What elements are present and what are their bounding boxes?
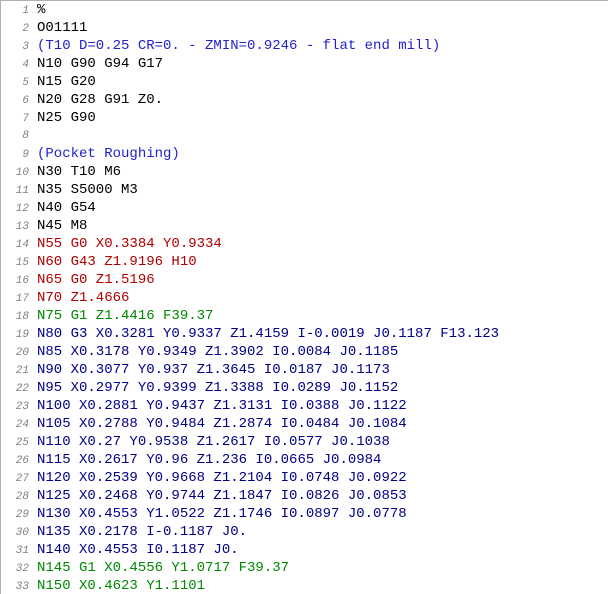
code-text: (Pocket Roughing) [35,145,180,163]
code-text: N75 G1 Z1.4416 F39.37 [35,307,213,325]
code-line[interactable]: 28N125 X0.2468 Y0.9744 Z1.1847 I0.0826 J… [1,487,608,505]
line-number: 24 [1,416,35,434]
code-line[interactable]: 31N140 X0.4553 I0.1187 J0. [1,541,608,559]
code-text: N25 G90 [35,109,96,127]
code-text: N100 X0.2881 Y0.9437 Z1.3131 I0.0388 J0.… [35,397,407,415]
code-text: (T10 D=0.25 CR=0. - ZMIN=0.9246 - flat e… [35,37,440,55]
line-number: 5 [1,74,35,92]
line-number: 29 [1,506,35,524]
code-text: N125 X0.2468 Y0.9744 Z1.1847 I0.0826 J0.… [35,487,407,505]
code-editor[interactable]: 1%2O011113(T10 D=0.25 CR=0. - ZMIN=0.924… [0,0,608,594]
code-line[interactable]: 27N120 X0.2539 Y0.9668 Z1.2104 I0.0748 J… [1,469,608,487]
code-text: N140 X0.4553 I0.1187 J0. [35,541,239,559]
line-number: 31 [1,542,35,560]
code-line[interactable]: 9(Pocket Roughing) [1,145,608,163]
code-text: N115 X0.2617 Y0.96 Z1.236 I0.0665 J0.098… [35,451,381,469]
code-text: N145 G1 X0.4556 Y1.0717 F39.37 [35,559,289,577]
code-line[interactable]: 25N110 X0.27 Y0.9538 Z1.2617 I0.0577 J0.… [1,433,608,451]
code-text: N135 X0.2178 I-0.1187 J0. [35,523,247,541]
line-number: 12 [1,200,35,218]
line-number: 26 [1,452,35,470]
code-line[interactable]: 5N15 G20 [1,73,608,91]
line-number: 17 [1,290,35,308]
code-text: N130 X0.4553 Y1.0522 Z1.1746 I0.0897 J0.… [35,505,407,523]
line-number: 8 [1,127,35,145]
line-number: 13 [1,218,35,236]
code-line[interactable]: 33N150 X0.4623 Y1.1101 [1,577,608,594]
line-number: 10 [1,164,35,182]
line-number: 30 [1,524,35,542]
line-number: 20 [1,344,35,362]
line-number: 25 [1,434,35,452]
code-line[interactable]: 8 [1,127,608,145]
code-text: % [35,1,45,19]
line-number: 27 [1,470,35,488]
code-text: N95 X0.2977 Y0.9399 Z1.3388 I0.0289 J0.1… [35,379,398,397]
code-line[interactable]: 24N105 X0.2788 Y0.9484 Z1.2874 I0.0484 J… [1,415,608,433]
code-line[interactable]: 21N90 X0.3077 Y0.937 Z1.3645 I0.0187 J0.… [1,361,608,379]
code-line[interactable]: 29N130 X0.4553 Y1.0522 Z1.1746 I0.0897 J… [1,505,608,523]
code-line[interactable]: 26N115 X0.2617 Y0.96 Z1.236 I0.0665 J0.0… [1,451,608,469]
code-line[interactable]: 3(T10 D=0.25 CR=0. - ZMIN=0.9246 - flat … [1,37,608,55]
code-text: N90 X0.3077 Y0.937 Z1.3645 I0.0187 J0.11… [35,361,390,379]
line-number: 14 [1,236,35,254]
line-number: 15 [1,254,35,272]
code-line[interactable]: 11N35 S5000 M3 [1,181,608,199]
line-number: 7 [1,110,35,128]
code-line[interactable]: 23N100 X0.2881 Y0.9437 Z1.3131 I0.0388 J… [1,397,608,415]
line-number: 16 [1,272,35,290]
code-text: N120 X0.2539 Y0.9668 Z1.2104 I0.0748 J0.… [35,469,407,487]
line-number: 2 [1,20,35,38]
line-number: 6 [1,92,35,110]
code-text: N110 X0.27 Y0.9538 Z1.2617 I0.0577 J0.10… [35,433,390,451]
code-text: N45 M8 [35,217,87,235]
line-number: 21 [1,362,35,380]
code-text: O01111 [35,19,87,37]
code-text: N20 G28 G91 Z0. [35,91,163,109]
code-line[interactable]: 10N30 T10 M6 [1,163,608,181]
code-text: N15 G20 [35,73,96,91]
code-line[interactable]: 4N10 G90 G94 G17 [1,55,608,73]
line-number: 3 [1,38,35,56]
code-text: N10 G90 G94 G17 [35,55,163,73]
code-line[interactable]: 2O01111 [1,19,608,37]
code-line[interactable]: 13N45 M8 [1,217,608,235]
code-line[interactable]: 32N145 G1 X0.4556 Y1.0717 F39.37 [1,559,608,577]
code-line[interactable]: 14N55 G0 X0.3384 Y0.9334 [1,235,608,253]
line-number: 19 [1,326,35,344]
line-number: 9 [1,146,35,164]
code-line[interactable]: 12N40 G54 [1,199,608,217]
code-text: N80 G3 X0.3281 Y0.9337 Z1.4159 I-0.0019 … [35,325,499,343]
line-number: 4 [1,56,35,74]
line-number: 22 [1,380,35,398]
code-text: N60 G43 Z1.9196 H10 [35,253,197,271]
code-text: N70 Z1.4666 [35,289,129,307]
line-number: 11 [1,182,35,200]
code-text: N55 G0 X0.3384 Y0.9334 [35,235,222,253]
line-number: 28 [1,488,35,506]
code-text: N85 X0.3178 Y0.9349 Z1.3902 I0.0084 J0.1… [35,343,398,361]
code-line[interactable]: 20N85 X0.3178 Y0.9349 Z1.3902 I0.0084 J0… [1,343,608,361]
code-line[interactable]: 16N65 G0 Z1.5196 [1,271,608,289]
code-text: N65 G0 Z1.5196 [35,271,155,289]
code-line[interactable]: 1% [1,1,608,19]
code-line[interactable]: 6N20 G28 G91 Z0. [1,91,608,109]
code-text: N105 X0.2788 Y0.9484 Z1.2874 I0.0484 J0.… [35,415,407,433]
line-number: 1 [1,2,35,20]
line-number: 18 [1,308,35,326]
line-number: 33 [1,578,35,594]
code-text: N35 S5000 M3 [35,181,138,199]
code-line[interactable]: 15N60 G43 Z1.9196 H10 [1,253,608,271]
code-text: N40 G54 [35,199,96,217]
code-text: N30 T10 M6 [35,163,121,181]
code-line[interactable]: 30N135 X0.2178 I-0.1187 J0. [1,523,608,541]
code-line[interactable]: 18N75 G1 Z1.4416 F39.37 [1,307,608,325]
code-line[interactable]: 19N80 G3 X0.3281 Y0.9337 Z1.4159 I-0.001… [1,325,608,343]
line-number: 23 [1,398,35,416]
code-line[interactable]: 7N25 G90 [1,109,608,127]
code-text: N150 X0.4623 Y1.1101 [35,577,205,594]
code-line[interactable]: 17N70 Z1.4666 [1,289,608,307]
code-line[interactable]: 22N95 X0.2977 Y0.9399 Z1.3388 I0.0289 J0… [1,379,608,397]
line-number: 32 [1,560,35,578]
